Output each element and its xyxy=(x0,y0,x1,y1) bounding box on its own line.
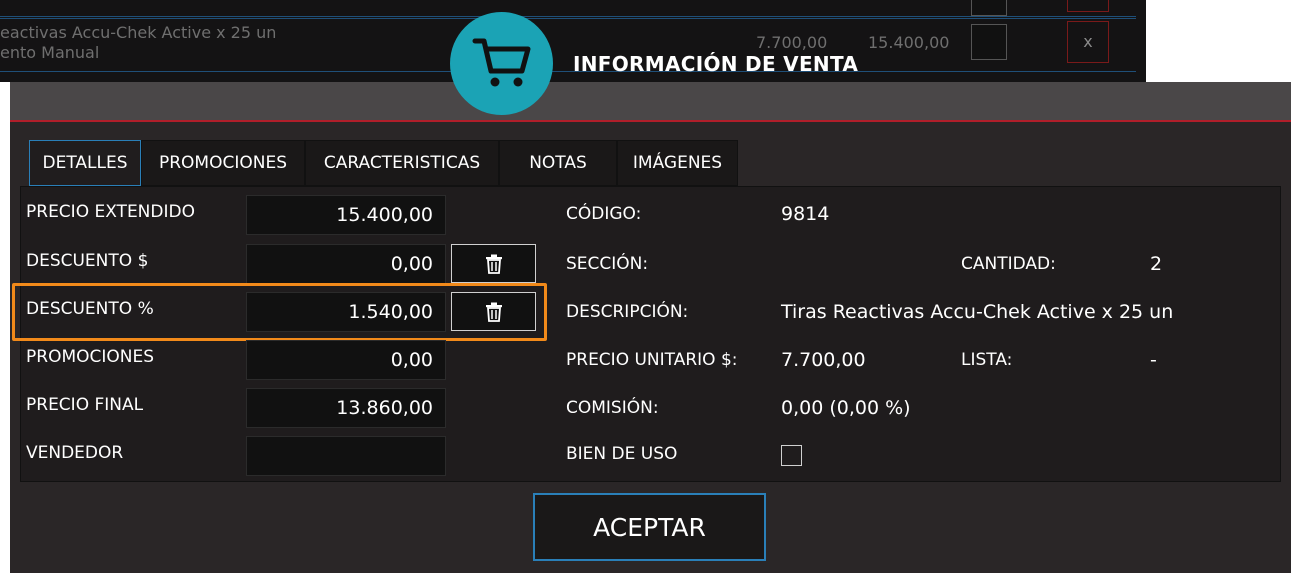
comision-value: 0,00 (0,00 %) xyxy=(781,397,911,419)
list-row: eactivas Accu-Chek Active x 25 un ento M… xyxy=(0,18,1136,72)
trash-icon xyxy=(485,254,502,274)
descuento-monto-field[interactable]: 0,00 xyxy=(246,244,446,284)
codigo-value: 9814 xyxy=(781,203,830,225)
comision-label: COMISIÓN: xyxy=(566,398,659,418)
precio-extendido-label: PRECIO EXTENDIDO xyxy=(26,202,195,222)
row-checkbox[interactable] xyxy=(971,0,1007,16)
bien-de-uso-checkbox[interactable] xyxy=(781,445,802,466)
tab-notas[interactable]: NOTAS xyxy=(499,140,617,186)
row-remove-button[interactable]: x xyxy=(1067,21,1109,63)
row-description: eactivas Accu-Chek Active x 25 un xyxy=(0,23,277,42)
vendedor-field[interactable] xyxy=(246,436,446,476)
accept-button[interactable]: ACEPTAR xyxy=(533,493,766,561)
precio-final-field: 13.860,00 xyxy=(246,388,446,428)
promociones-field: 0,00 xyxy=(246,340,446,380)
tab-promociones[interactable]: PROMOCIONES xyxy=(141,140,305,186)
precio-unitario-value: 7.700,00 xyxy=(781,349,866,371)
seccion-label: SECCIÓN: xyxy=(566,254,649,274)
row-remove-button[interactable] xyxy=(1067,0,1109,12)
descripcion-value: Tiras Reactivas Accu-Chek Active x 25 un xyxy=(781,301,1174,323)
precio-extendido-field: 15.400,00 xyxy=(246,195,446,235)
codigo-label: CÓDIGO: xyxy=(566,204,642,224)
promociones-label: PROMOCIONES xyxy=(26,347,155,367)
tab-bar: DETALLES PROMOCIONES CARACTERISTICAS NOT… xyxy=(29,140,738,186)
tab-imagenes[interactable]: IMÁGENES xyxy=(617,140,738,186)
bien-de-uso-label: BIEN DE USO xyxy=(566,444,678,464)
dialog-header xyxy=(10,82,1291,122)
tab-caracteristicas[interactable]: CARACTERISTICAS xyxy=(305,140,499,186)
tab-detalles[interactable]: DETALLES xyxy=(29,140,141,186)
row-checkbox[interactable] xyxy=(971,24,1007,60)
row-unit-price: 7.700,00 xyxy=(756,33,828,52)
row-subtext: ento Manual xyxy=(0,43,100,62)
row-total: 15.400,00 xyxy=(868,33,950,52)
precio-unitario-label: PRECIO UNITARIO $: xyxy=(566,350,738,370)
lista-label: LISTA: xyxy=(961,350,1013,370)
shopping-cart-icon xyxy=(450,12,553,115)
cantidad-value: 2 xyxy=(1150,253,1163,275)
cantidad-label: CANTIDAD: xyxy=(961,254,1056,274)
descuento-monto-label: DESCUENTO $ xyxy=(26,251,149,271)
vendedor-label: VENDEDOR xyxy=(26,443,124,463)
descripcion-label: DESCRIPCIÓN: xyxy=(566,302,689,322)
dialog-title: INFORMACIÓN DE VENTA xyxy=(573,52,859,76)
highlight-box xyxy=(12,283,547,341)
lista-value: - xyxy=(1150,349,1157,371)
list-row xyxy=(0,0,1136,17)
clear-descuento-monto-button[interactable] xyxy=(451,244,536,283)
precio-final-label: PRECIO FINAL xyxy=(26,395,144,415)
